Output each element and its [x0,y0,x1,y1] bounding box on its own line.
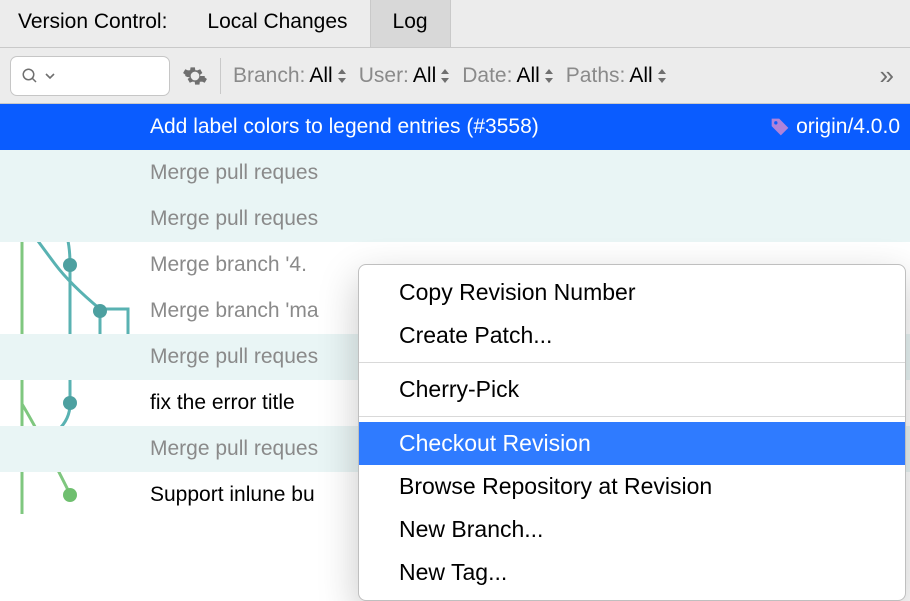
vcs-tabbar: Version Control: Local Changes Log [0,0,910,48]
commit-message: Add label colors to legend entries (#355… [150,115,539,139]
filter-branch[interactable]: Branch: All [233,64,347,88]
menu-separator [359,362,905,363]
filter-paths[interactable]: Paths: All [566,64,667,88]
log-toolbar: Branch: All User: All Date: All Paths: A… [0,48,910,104]
tab-local-changes[interactable]: Local Changes [185,0,369,47]
menu-copy-revision[interactable]: Copy Revision Number [359,271,905,314]
branch-tag-label: origin/4.0.0 [796,115,900,139]
filter-branch-value: All [309,64,332,88]
search-icon [21,67,39,85]
filter-date[interactable]: Date: All [462,64,554,88]
branch-tag: origin/4.0.0 [770,115,900,139]
sort-icon [544,69,554,83]
commit-message: Support inlune bu [150,483,315,507]
commit-message: Merge branch '4. [150,253,307,277]
menu-cherry-pick[interactable]: Cherry-Pick [359,368,905,411]
menu-create-patch[interactable]: Create Patch... [359,314,905,357]
menu-browse-repo[interactable]: Browse Repository at Revision [359,465,905,508]
menu-new-tag[interactable]: New Tag... [359,551,905,594]
filter-date-label: Date: [462,64,512,88]
filter-user-label: User: [359,64,409,88]
gear-icon[interactable] [182,63,208,89]
commit-message: Merge branch 'ma [150,299,319,323]
commit-message: fix the error title [150,391,295,415]
vcs-title: Version Control: [0,0,185,47]
tag-icon [770,117,790,137]
sort-icon [337,69,347,83]
filter-user[interactable]: User: All [359,64,451,88]
filter-paths-value: All [629,64,652,88]
commit-message: Merge pull reques [150,437,318,461]
tab-log[interactable]: Log [370,0,451,47]
commit-row[interactable]: Merge pull reques [0,150,910,196]
filter-branch-label: Branch: [233,64,305,88]
filter-date-value: All [516,64,539,88]
filter-paths-label: Paths: [566,64,626,88]
menu-new-branch[interactable]: New Branch... [359,508,905,551]
chevron-down-icon [45,71,55,81]
commit-message: Merge pull reques [150,207,318,231]
overflow-button[interactable]: » [880,60,900,91]
sort-icon [657,69,667,83]
menu-separator [359,416,905,417]
sort-icon [440,69,450,83]
commit-log: Add label colors to legend entries (#355… [0,104,910,518]
commit-message: Merge pull reques [150,345,318,369]
search-input[interactable] [10,56,170,96]
commit-row[interactable]: Merge pull reques [0,196,910,242]
menu-checkout-revision[interactable]: Checkout Revision [359,422,905,465]
commit-row-selected[interactable]: Add label colors to legend entries (#355… [0,104,910,150]
filter-user-value: All [413,64,436,88]
commit-message: Merge pull reques [150,161,318,185]
context-menu: Copy Revision Number Create Patch... Che… [358,264,906,601]
separator [220,58,221,94]
